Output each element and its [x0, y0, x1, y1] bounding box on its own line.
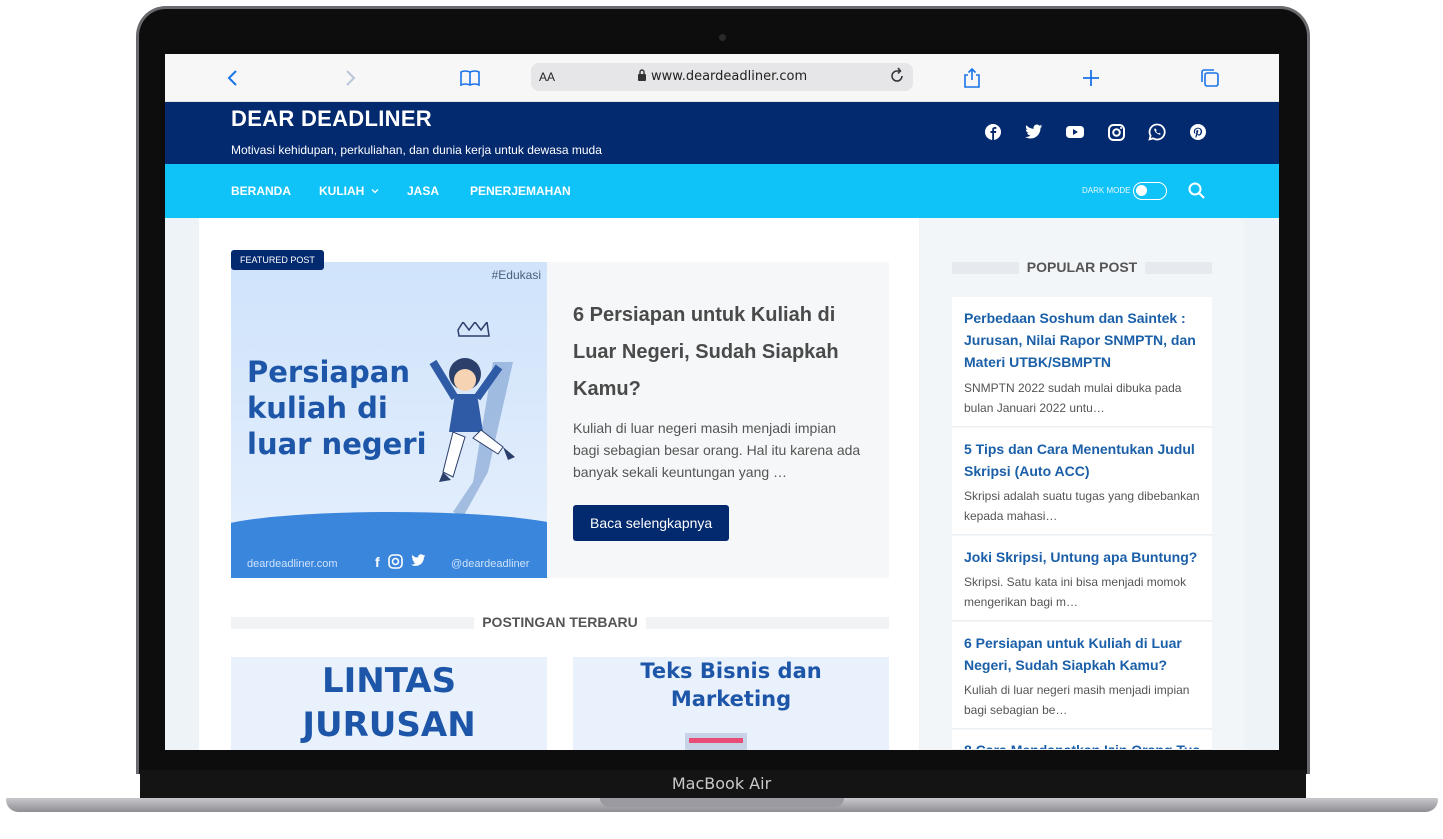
- pinterest-icon[interactable]: [1186, 122, 1210, 142]
- nav-item-kuliah-label: KULIAH: [319, 184, 365, 198]
- site-tagline: Motivasi kehidupan, perkuliahan, dan dun…: [231, 143, 602, 157]
- dark-mode-toggle[interactable]: [1133, 182, 1167, 200]
- image-handle-text: @deardeadliner: [451, 558, 530, 570]
- image-site-text: deardeadliner.com: [247, 558, 338, 570]
- popular-post-excerpt: SNMPTN 2022 sudah mulai dibuka pada bula…: [964, 381, 1182, 415]
- facebook-icon: f: [375, 554, 380, 570]
- dark-mode-label: DARK MODE: [1082, 186, 1131, 195]
- laptop-brand-label: MacBook Air: [671, 774, 772, 793]
- thumb-2-line-2: Marketing: [670, 687, 792, 711]
- bookmarks-icon[interactable]: [458, 66, 482, 90]
- thumb-2-graphic: [685, 733, 747, 750]
- popular-post-excerpt: Kuliah di luar negeri masih menjadi impi…: [964, 683, 1190, 717]
- thumb-2-graphic-stripe: [689, 738, 743, 743]
- latest-posts-heading-text: POSTINGAN TERBARU: [474, 614, 646, 630]
- reload-icon[interactable]: [889, 67, 905, 90]
- featured-post-title[interactable]: 6 Persiapan untuk Kuliah di Luar Negeri,…: [573, 297, 873, 408]
- social-links: [981, 122, 1210, 142]
- instagram-icon[interactable]: [1104, 122, 1128, 142]
- nav-item-jasa[interactable]: JASA: [407, 184, 439, 198]
- student-illustration: [429, 322, 515, 517]
- image-social-icons: f: [375, 554, 426, 570]
- popular-post-title[interactable]: Joki Skripsi, Untung apa Buntung?: [964, 546, 1204, 568]
- nav-item-beranda[interactable]: BERANDA: [231, 184, 291, 198]
- search-icon[interactable]: [1187, 181, 1207, 201]
- site-title[interactable]: DEAR DEADLINER: [231, 106, 432, 132]
- new-tab-icon[interactable]: [1079, 66, 1103, 90]
- screen: AA www.deardeadliner.com DEAR DEADLINER …: [165, 54, 1279, 750]
- tabs-icon[interactable]: [1198, 66, 1222, 90]
- popular-posts-heading-bar: POPULAR POST: [952, 259, 1212, 275]
- read-more-button[interactable]: Baca selengkapnya: [573, 505, 730, 541]
- thumb-2-line-1: Teks Bisnis dan: [640, 659, 822, 683]
- url-value: www.deardeadliner.com: [650, 69, 808, 84]
- camera-dot: [719, 34, 726, 41]
- image-tag: #Edukasi: [491, 268, 541, 282]
- latest-post-thumb-1[interactable]: LINTAS JURUSAN: [231, 657, 547, 750]
- featured-image[interactable]: #Edukasi Persiapan kuliah di luar negeri…: [231, 262, 547, 578]
- twitter-icon: [410, 554, 426, 566]
- thumb-1-line-2: JURUSAN: [302, 705, 476, 745]
- toggle-knob: [1136, 185, 1147, 196]
- popular-post-item[interactable]: Perbedaan Soshum dan Saintek : Jurusan, …: [952, 297, 1212, 427]
- url-text: www.deardeadliner.com: [531, 69, 913, 84]
- thumb-1-line-1: LINTAS: [321, 661, 457, 701]
- site-header: DEAR DEADLINER Motivasi kehidupan, perku…: [165, 102, 1279, 164]
- youtube-icon[interactable]: [1063, 122, 1087, 142]
- facebook-icon[interactable]: [981, 122, 1005, 142]
- popular-post-title[interactable]: Perbedaan Soshum dan Saintek : Jurusan, …: [964, 307, 1204, 373]
- back-icon[interactable]: [221, 66, 245, 90]
- popular-post-item[interactable]: 5 Tips dan Cara Menentukan Judul Skripsi…: [952, 428, 1212, 535]
- popular-post-title[interactable]: 6 Persiapan untuk Kuliah di Luar Negeri,…: [964, 632, 1204, 676]
- twitter-icon[interactable]: [1022, 122, 1046, 142]
- instagram-icon: [387, 554, 403, 569]
- nav-item-kuliah[interactable]: KULIAH: [319, 184, 379, 198]
- laptop-notch: [600, 798, 844, 807]
- browser-toolbar: AA www.deardeadliner.com: [165, 54, 1279, 102]
- featured-badge: FEATURED POST: [231, 250, 324, 270]
- latest-post-thumb-2[interactable]: Teks Bisnis dan Marketing: [573, 657, 889, 750]
- popular-post-excerpt: Skripsi adalah suatu tugas yang dibebank…: [964, 489, 1200, 523]
- share-icon[interactable]: [960, 66, 984, 90]
- popular-post-item[interactable]: 8 Cara Mendapatkan Izin Orang Tua: [952, 730, 1212, 750]
- popular-post-item[interactable]: 6 Persiapan untuk Kuliah di Luar Negeri,…: [952, 622, 1212, 729]
- popular-post-title[interactable]: 8 Cara Mendapatkan Izin Orang Tua: [964, 739, 1204, 749]
- whatsapp-icon[interactable]: [1145, 122, 1169, 142]
- main-nav: BERANDA KULIAH JASA PENERJEMAHAN DARK MO…: [165, 164, 1279, 218]
- address-bar[interactable]: AA www.deardeadliner.com: [531, 63, 913, 91]
- popular-post-excerpt: Skripsi. Satu kata ini bisa menjadi momo…: [964, 575, 1187, 609]
- lock-icon: [637, 69, 646, 81]
- popular-posts-heading-text: POPULAR POST: [1018, 259, 1146, 275]
- nav-item-penerjemahan[interactable]: PENERJEMAHAN: [470, 184, 571, 198]
- forward-icon[interactable]: [338, 66, 362, 90]
- latest-posts-heading: POSTINGAN TERBARU: [231, 614, 889, 630]
- featured-post-excerpt: Kuliah di luar negeri masih menjadi impi…: [573, 420, 861, 480]
- popular-post-item[interactable]: Joki Skripsi, Untung apa Buntung? Skrips…: [952, 536, 1212, 621]
- popular-posts-heading: POPULAR POST: [952, 259, 1212, 275]
- latest-posts-heading-bar: POSTINGAN TERBARU: [231, 614, 889, 630]
- chevron-down-icon: [371, 189, 379, 194]
- popular-post-title[interactable]: 5 Tips dan Cara Menentukan Judul Skripsi…: [964, 438, 1204, 482]
